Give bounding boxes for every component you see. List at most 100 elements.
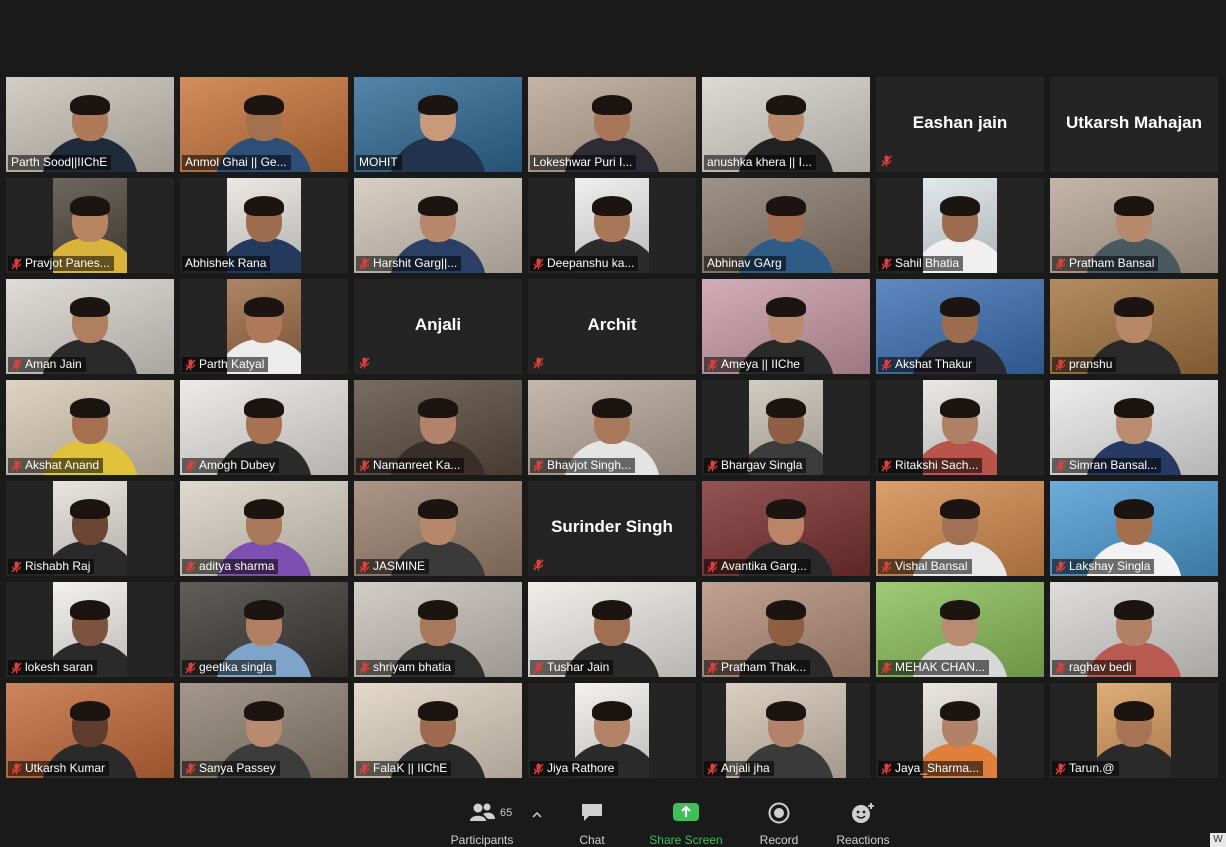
participant-name: JASMINE: [373, 559, 426, 573]
participant-tile[interactable]: Tushar Jain: [528, 582, 696, 677]
participant-tile[interactable]: Akshat Thakur: [876, 279, 1044, 374]
participant-tile[interactable]: Amogh Dubey: [180, 380, 348, 475]
participant-tile[interactable]: geetika singla: [180, 582, 348, 677]
participant-name-tag: Lakshay Singla: [1052, 559, 1155, 574]
corner-watermark: W: [1210, 833, 1226, 847]
participant-tile[interactable]: Bhargav Singla: [702, 380, 870, 475]
participant-tile[interactable]: Bhavjot Singh...: [528, 380, 696, 475]
participant-name: Akshat Anand: [25, 458, 100, 472]
participant-name: Tarun.@: [1069, 761, 1115, 775]
participant-name: MEHAK CHAN...: [895, 660, 986, 674]
participant-name-tag: Amogh Dubey: [182, 458, 280, 473]
muted-mic-icon: [359, 561, 370, 572]
muted-mic-icon: [1055, 460, 1066, 471]
participants-options-caret-icon[interactable]: [532, 811, 542, 818]
participant-tile[interactable]: Ameya || IIChe: [702, 279, 870, 374]
participant-tile[interactable]: Ritakshi Sach...: [876, 380, 1044, 475]
participant-tile[interactable]: Jiya Rathore: [528, 683, 696, 778]
participant-name: Anjali jha: [721, 761, 770, 775]
record-button[interactable]: Record: [759, 802, 799, 847]
participant-tile[interactable]: lokesh saran: [6, 582, 174, 677]
reactions-button[interactable]: Reactions: [836, 802, 890, 847]
participant-tile[interactable]: anushka khera || I...: [702, 77, 870, 172]
participant-tile[interactable]: Abhishek Rana: [180, 178, 348, 273]
participant-name: Deepanshu ka...: [547, 256, 635, 270]
chat-button[interactable]: Chat: [572, 802, 612, 847]
participant-tile[interactable]: shriyam bhatia: [354, 582, 522, 677]
participant-name-tag: Namanreet Ka...: [356, 458, 465, 473]
participant-tile[interactable]: Archit: [528, 279, 696, 374]
participant-name-tag: Bhavjot Singh...: [530, 458, 636, 473]
muted-mic-icon: [11, 763, 22, 774]
participant-name-tag: Akshat Thakur: [878, 357, 977, 372]
muted-mic-icon: [533, 357, 544, 369]
participant-tile[interactable]: Pratham Bansal: [1050, 178, 1218, 273]
participant-tile[interactable]: Harshit Garg||...: [354, 178, 522, 273]
participant-name: Parth Sood||IIChE: [11, 155, 108, 169]
participant-tile[interactable]: Anjali jha: [702, 683, 870, 778]
participant-name-tag: Tushar Jain: [530, 660, 614, 675]
participant-tile[interactable]: Surinder Singh: [528, 481, 696, 576]
chat-icon: [582, 804, 602, 821]
participant-name: geetika singla: [199, 660, 273, 674]
muted-mic-icon: [11, 561, 22, 572]
muted-mic-icon: [359, 258, 370, 269]
participant-tile[interactable]: Abhinav GArg: [702, 178, 870, 273]
participant-name-tag: JASMINE: [356, 559, 430, 574]
participant-name-tag: geetika singla: [182, 660, 277, 675]
participant-tile[interactable]: Utkarsh Mahajan: [1050, 77, 1218, 172]
participant-tile[interactable]: Utkarsh Kumar: [6, 683, 174, 778]
muted-mic-icon: [707, 662, 718, 673]
participant-tile[interactable]: Deepanshu ka...: [528, 178, 696, 273]
participant-tile[interactable]: Eashan jain: [876, 77, 1044, 172]
participant-tile[interactable]: Aman Jain: [6, 279, 174, 374]
share-screen-button[interactable]: Share Screen: [648, 802, 724, 847]
muted-mic-icon: [11, 662, 22, 673]
participant-tile[interactable]: Pravjot Panes...: [6, 178, 174, 273]
muted-mic-icon: [1055, 662, 1066, 673]
participants-icon: [470, 803, 495, 821]
participant-tile[interactable]: Anjali: [354, 279, 522, 374]
share-screen-icon: [673, 803, 699, 821]
participant-tile[interactable]: Simran Bansal...: [1050, 380, 1218, 475]
participant-tile[interactable]: Avantika Garg...: [702, 481, 870, 576]
muted-mic-icon: [707, 763, 718, 774]
participant-tile[interactable]: Vishal Bansal: [876, 481, 1044, 576]
participant-name-tag: Vishal Bansal: [878, 559, 972, 574]
participant-name: Rishabh Raj: [25, 559, 91, 573]
participant-tile[interactable]: FalaK || IIChE: [354, 683, 522, 778]
participant-tile[interactable]: Anmol Ghai || Ge...: [180, 77, 348, 172]
participant-tile[interactable]: Sahil Bhatia: [876, 178, 1044, 273]
participant-name: Vishal Bansal: [895, 559, 968, 573]
participant-name-tag: MOHIT: [356, 155, 402, 170]
participant-name: Pratham Bansal: [1069, 256, 1155, 270]
participant-tile[interactable]: Akshat Anand: [6, 380, 174, 475]
muted-mic-icon: [533, 559, 544, 571]
participant-tile[interactable]: aditya sharma: [180, 481, 348, 576]
participant-tile[interactable]: Lokeshwar Puri I...: [528, 77, 696, 172]
muted-mic-icon: [881, 763, 892, 774]
record-label: Record: [759, 833, 799, 847]
participant-tile[interactable]: Parth Katyal: [180, 279, 348, 374]
participant-name: Anmol Ghai || Ge...: [185, 155, 287, 169]
participant-tile[interactable]: JASMINE: [354, 481, 522, 576]
muted-mic-icon: [881, 258, 892, 269]
participant-tile[interactable]: raghav bedi: [1050, 582, 1218, 677]
participant-tile[interactable]: pranshu: [1050, 279, 1218, 374]
muted-mic-icon: [359, 662, 370, 673]
muted-mic-icon: [185, 359, 196, 370]
participant-tile[interactable]: Lakshay Singla: [1050, 481, 1218, 576]
participant-tile[interactable]: Sanya Passey: [180, 683, 348, 778]
participant-tile[interactable]: MEHAK CHAN...: [876, 582, 1044, 677]
participant-tile[interactable]: Pratham Thak...: [702, 582, 870, 677]
participant-name-tag: Avantika Garg...: [704, 559, 811, 574]
participant-tile[interactable]: Jaya_Sharma...: [876, 683, 1044, 778]
participant-tile[interactable]: Namanreet Ka...: [354, 380, 522, 475]
participant-name: Harshit Garg||...: [373, 256, 458, 270]
participant-name-tag: pranshu: [1052, 357, 1117, 372]
participant-tile[interactable]: Tarun.@: [1050, 683, 1218, 778]
participant-tile[interactable]: MOHIT: [354, 77, 522, 172]
participant-tile[interactable]: Parth Sood||IIChE: [6, 77, 174, 172]
participant-name: FalaK || IIChE: [373, 761, 448, 775]
participant-tile[interactable]: Rishabh Raj: [6, 481, 174, 576]
